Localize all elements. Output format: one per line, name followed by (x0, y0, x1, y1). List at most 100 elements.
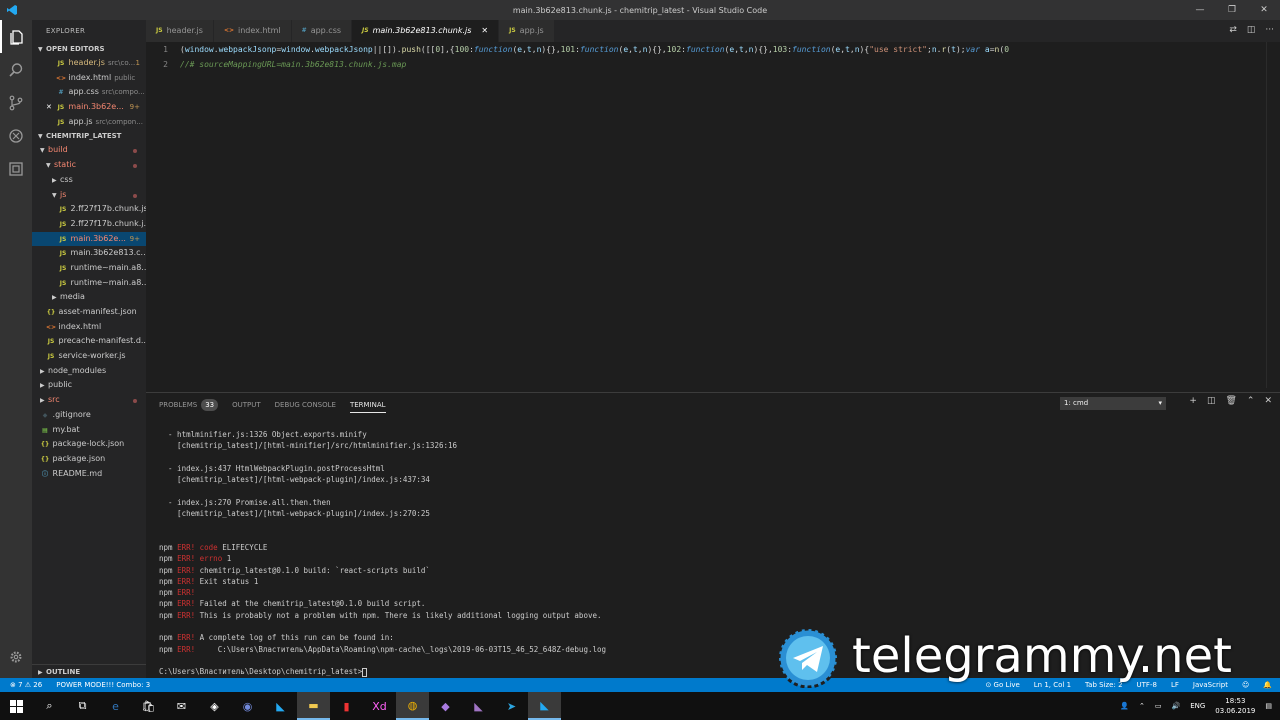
problems-status[interactable]: ⊗ 7 ⚠ 26 (10, 678, 42, 692)
mail-icon[interactable]: ✉ (165, 692, 198, 720)
adobe-xd-icon[interactable]: Xd (363, 692, 396, 720)
file-type-icon: JS (156, 27, 163, 34)
open-changes-icon[interactable]: ⇄ (1229, 25, 1237, 35)
maximize-panel-icon[interactable]: ⌃ (1247, 396, 1255, 406)
open-editor-item[interactable]: # app.css src\compo... (32, 85, 146, 100)
editor-tab[interactable]: JS main.3b62e813.chunk.js ✕ (352, 20, 500, 42)
chrome-icon[interactable]: ◍ (396, 692, 429, 720)
unity-icon[interactable]: ◈ (198, 692, 231, 720)
open-editor-item[interactable]: ✕ JS main.3b62e... 9+ (32, 100, 146, 115)
minimize-button[interactable]: — (1184, 0, 1216, 20)
tab-terminal[interactable]: TERMINAL (349, 399, 386, 413)
tree-folder-item[interactable]: ▶ css (32, 173, 146, 188)
vscode-icon[interactable]: ◣ (264, 692, 297, 720)
tree-file-item[interactable]: <> index.html (32, 320, 146, 335)
telegram-icon[interactable]: ➤ (495, 692, 528, 720)
open-editor-item[interactable]: <> index.html public (32, 71, 146, 86)
tree-folder-item[interactable]: ▼ js (32, 188, 146, 203)
tree-file-item[interactable]: {} package-lock.json (32, 437, 146, 452)
new-terminal-icon[interactable]: + (1189, 396, 1197, 406)
edge-icon[interactable]: e (99, 692, 132, 720)
photo-app-icon[interactable]: ◆ (429, 692, 462, 720)
file-explorer-icon[interactable]: ▬ (297, 692, 330, 720)
network-icon[interactable]: ▭ (1155, 702, 1162, 710)
volume-icon[interactable]: 🔊 (1171, 702, 1180, 710)
tree-file-item[interactable]: JS 2.ff27f17b.chunk.js (32, 202, 146, 217)
chevron-right-icon: ▶ (40, 382, 45, 390)
debug-icon[interactable] (0, 119, 32, 152)
split-terminal-icon[interactable]: ◫ (1207, 396, 1216, 406)
terminal-select[interactable]: 1: cmd ▾ (1060, 397, 1166, 410)
code-editor[interactable]: 1 (window.webpackJsonp=window.webpackJso… (146, 42, 1280, 392)
discord-icon[interactable]: ◉ (231, 692, 264, 720)
tree-folder-item[interactable]: ▶ public (32, 378, 146, 393)
restore-button[interactable]: ❐ (1216, 0, 1248, 20)
file-type-icon: JS (59, 279, 67, 287)
chevron-up-icon[interactable]: ⌃ (1139, 702, 1145, 710)
terminal-line: [chemitrip_latest]/[html-webpack-plugin]… (159, 509, 430, 519)
visual-studio-icon[interactable]: ◣ (462, 692, 495, 720)
terminal-line: npm ERR! Failed at the chemitrip_latest@… (159, 599, 426, 609)
outline-section[interactable]: ▶ OUTLINE (32, 664, 146, 678)
tree-file-item[interactable]: JS 2.ff27f17b.chunk.j... (32, 217, 146, 232)
settings-gear-icon[interactable] (0, 650, 32, 670)
tree-file-item[interactable]: JS main.3b62e... 9+ (32, 231, 146, 247)
tree-folder-item[interactable]: ▼ build (32, 143, 146, 158)
windows-start-icon[interactable] (0, 692, 33, 720)
search-icon[interactable] (0, 53, 32, 86)
editor-tab[interactable]: JS header.js (146, 20, 214, 42)
app-icon[interactable]: ▮ (330, 692, 363, 720)
tree-file-item[interactable]: ⓘ README.md (32, 467, 146, 482)
editor-tab[interactable]: JS app.js (499, 20, 555, 42)
source-control-icon[interactable] (0, 86, 32, 119)
editor-tab[interactable]: # app.css (291, 20, 353, 42)
task-view-icon[interactable]: ⧉ (66, 692, 99, 720)
tree-file-item[interactable]: JS runtime~main.a8... (32, 276, 146, 291)
file-type-icon: {} (40, 441, 50, 449)
tree-file-item[interactable]: {} asset-manifest.json (32, 305, 146, 320)
open-editor-item[interactable]: JS app.js src\compon... (32, 115, 146, 130)
input-language[interactable]: ENG (1190, 702, 1205, 710)
extensions-icon[interactable] (0, 152, 32, 185)
tree-file-item[interactable]: JS precache-manifest.d... (32, 334, 146, 349)
power-mode-status: POWER MODE!!! Combo: 3 (56, 681, 151, 689)
close-panel-icon[interactable]: ✕ (1264, 396, 1272, 406)
editor-scrollbar[interactable] (1266, 42, 1280, 388)
tab-problems[interactable]: PROBLEMS 33 (159, 399, 219, 413)
editor-tab[interactable]: <> index.html (213, 20, 292, 42)
split-editor-icon[interactable]: ◫ (1247, 25, 1256, 35)
tab-output[interactable]: OUTPUT (232, 399, 261, 413)
more-actions-icon[interactable]: ··· (1265, 25, 1274, 35)
open-editors-section[interactable]: ▼ OPEN EDITORS (32, 42, 146, 56)
terminal-line: - index.js:437 HtmlWebpackPlugin.postPro… (159, 463, 385, 473)
people-icon[interactable]: 👤 (1120, 702, 1129, 710)
tab-debug-console[interactable]: DEBUG CONSOLE (275, 399, 336, 413)
chevron-right-icon: ▶ (40, 397, 45, 405)
tree-folder-item[interactable]: ▶ node_modules (32, 364, 146, 379)
trash-icon[interactable]: 🗑 (1225, 396, 1236, 406)
tree-file-item[interactable]: ▤ my.bat (32, 423, 146, 438)
tree-folder-item[interactable]: ▶ media (32, 290, 146, 305)
notifications-icon[interactable]: ▤ (1265, 702, 1272, 710)
file-type-icon: ⓘ (41, 470, 48, 478)
tree-file-item[interactable]: JS main.3b62e813.c... (32, 246, 146, 261)
close-window-button[interactable]: ✕ (1248, 0, 1280, 20)
open-editor-item[interactable]: JS header.js src\co... 1 (32, 56, 146, 71)
tree-file-item[interactable]: JS service-worker.js (32, 349, 146, 364)
explorer-icon[interactable] (0, 20, 32, 53)
close-icon[interactable]: ✕ (46, 103, 52, 111)
project-section[interactable]: ▼ CHEMITRIP_LATEST (32, 129, 146, 143)
tree-folder-item[interactable]: ▶ src (32, 393, 146, 408)
chevron-down-icon: ▼ (46, 162, 51, 170)
store-icon[interactable]: 🛍 (132, 692, 165, 720)
open-editors-list: JS header.js src\co... 1 <> index.html publi… (32, 56, 146, 129)
close-icon[interactable]: ✕ (481, 20, 488, 42)
tree-file-item[interactable]: ◆ .gitignore (32, 408, 146, 423)
search-icon[interactable]: ⌕ (33, 692, 66, 720)
vscode-active-icon[interactable]: ◣ (528, 692, 561, 720)
file-type-icon: # (301, 27, 307, 34)
tree-file-item[interactable]: JS runtime~main.a8... (32, 261, 146, 276)
clock[interactable]: 18:53 03.06.2019 (1215, 696, 1255, 716)
tree-file-item[interactable]: {} package.json (32, 452, 146, 467)
tree-folder-item[interactable]: ▼ static (32, 158, 146, 173)
